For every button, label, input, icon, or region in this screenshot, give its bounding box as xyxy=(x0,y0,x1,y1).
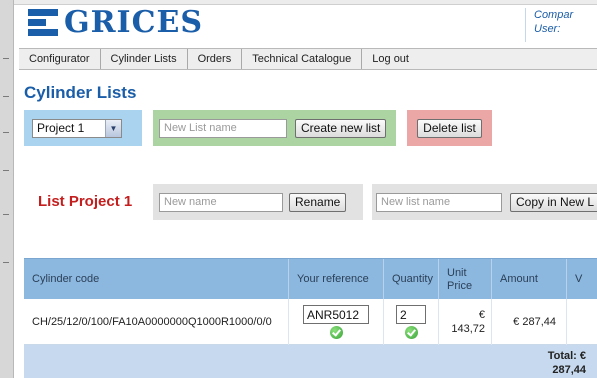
cell-unit-price: € 143,72 xyxy=(439,299,492,345)
header-v: V xyxy=(575,273,583,285)
list-title: List Project 1 xyxy=(38,193,133,210)
new-list-name-input[interactable] xyxy=(159,118,287,138)
delete-list-panel: Delete list xyxy=(407,110,492,146)
project-select-panel: Project 1 ▼ xyxy=(24,110,142,146)
nav-configurator[interactable]: Configurator xyxy=(19,49,101,69)
copy-list-name-input[interactable] xyxy=(376,192,502,212)
delete-list-button[interactable]: Delete list xyxy=(417,118,482,138)
cylinder-table: Cylinder code Your reference Quantity Un… xyxy=(24,258,597,378)
logo-text: GRICES xyxy=(64,5,203,40)
page-title: Cylinder Lists xyxy=(24,83,137,102)
nav-log-out[interactable]: Log out xyxy=(362,49,419,69)
cell-cylinder-code: CH/25/12/0/100/FA10A0000000Q1000R1000/0/… xyxy=(24,299,289,345)
cell-amount: € 287,44 xyxy=(492,299,567,345)
table-footer: Total: € 287,44 xyxy=(24,345,597,378)
quantity-input[interactable]: 2 xyxy=(396,305,426,324)
unit-price-value: 143,72 xyxy=(451,323,485,335)
project-select[interactable]: Project 1 ▼ xyxy=(32,118,122,138)
copy-list-panel: Copy in New L xyxy=(372,184,597,220)
chrome-tick xyxy=(3,262,9,263)
create-new-list-button[interactable]: Create new list xyxy=(295,118,387,138)
header-amount: Amount xyxy=(492,259,567,300)
chevron-down-icon[interactable]: ▼ xyxy=(105,119,121,137)
rename-input[interactable] xyxy=(159,192,283,212)
user-info: Compar User: xyxy=(525,8,597,42)
cell-v xyxy=(567,299,597,345)
table-row: CH/25/12/0/100/FA10A0000000Q1000R1000/0/… xyxy=(24,299,597,345)
create-list-panel: Create new list xyxy=(153,110,396,146)
chrome-tick xyxy=(3,96,9,97)
grices-logo-icon xyxy=(28,8,58,38)
nav-technical-catalogue[interactable]: Technical Catalogue xyxy=(242,49,363,69)
user-label: User: xyxy=(534,23,561,35)
brand-logo[interactable]: GRICES xyxy=(28,6,203,40)
reference-input[interactable]: ANR5012 xyxy=(303,305,369,324)
total-label: Total: € xyxy=(547,350,586,362)
project-select-value: Project 1 xyxy=(37,121,85,135)
total-value: 287,44 xyxy=(552,364,586,376)
rename-panel: Rename xyxy=(153,184,363,220)
cell-quantity: 2 xyxy=(384,299,439,345)
company-label: Compar xyxy=(534,9,574,21)
nav-cylinder-lists[interactable]: Cylinder Lists xyxy=(101,49,188,69)
cell-your-reference: ANR5012 xyxy=(289,299,384,345)
header-cylinder-code: Cylinder code xyxy=(24,259,289,300)
header-unit-price: Unit Price xyxy=(439,259,492,300)
chrome-tick xyxy=(3,132,9,133)
chrome-tick xyxy=(3,58,9,59)
main-nav: Configurator Cylinder Lists Orders Techn… xyxy=(19,48,597,70)
check-circle-icon xyxy=(329,326,343,339)
chrome-tick xyxy=(3,214,9,215)
header-quantity: Quantity xyxy=(384,259,439,300)
unit-price-currency: € xyxy=(478,309,485,321)
check-circle-icon xyxy=(404,326,418,339)
rename-button[interactable]: Rename xyxy=(289,192,347,212)
chrome-tick xyxy=(3,170,9,171)
nav-orders[interactable]: Orders xyxy=(188,49,243,69)
table-header: Cylinder code Your reference Quantity Un… xyxy=(24,258,597,300)
window-left-edge xyxy=(0,0,14,378)
copy-in-new-list-button[interactable]: Copy in New L xyxy=(510,192,597,212)
total-amount: Total: € 287,44 xyxy=(508,349,586,377)
header-your-reference: Your reference xyxy=(289,259,384,300)
